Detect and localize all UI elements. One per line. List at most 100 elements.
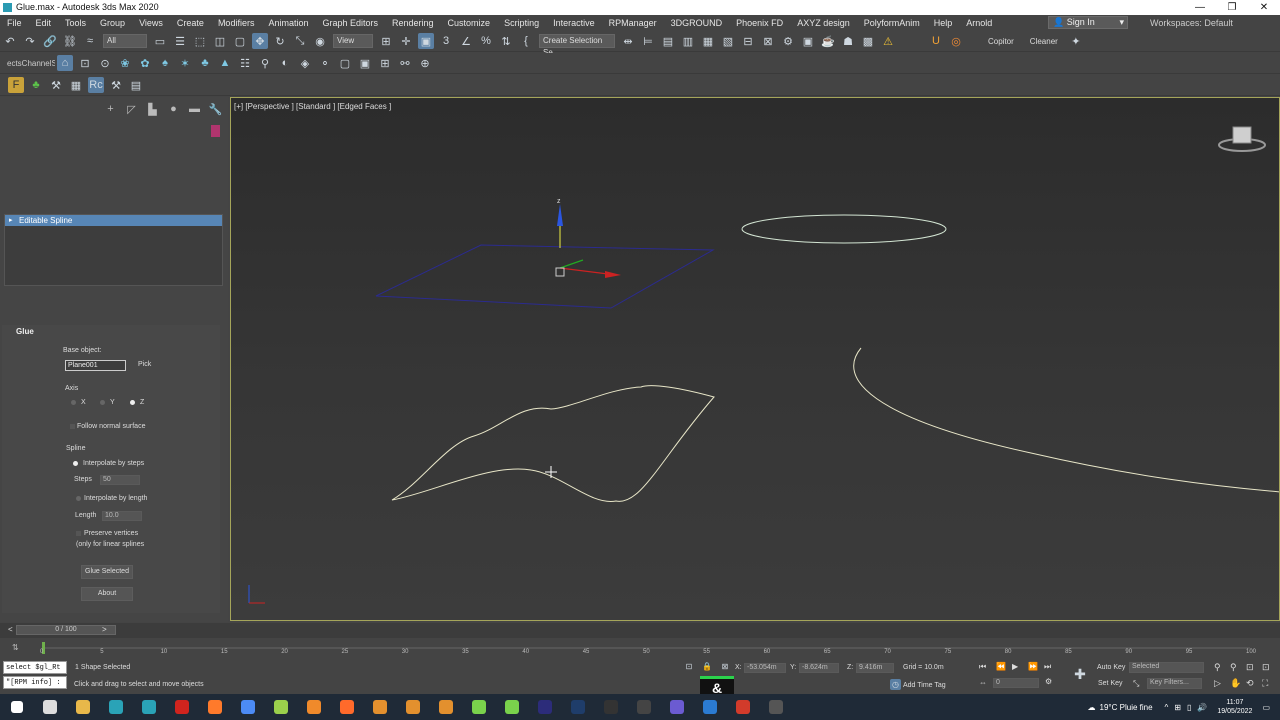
modifier-stack-item[interactable]: Editable Spline [5,215,222,226]
time-slider[interactable]: < 0 / 100 > [0,623,1280,638]
base-object-field[interactable]: Plane001 [65,360,126,371]
isolate-icon[interactable]: ⊡ [684,661,694,671]
tool-icon-18[interactable]: ⚯ [397,55,413,71]
menu-create[interactable]: Create [170,18,211,28]
menu-rendering[interactable]: Rendering [385,18,441,28]
menu-rpmanager[interactable]: RPManager [602,18,664,28]
display-tab-icon[interactable]: ▬ [184,103,205,116]
clock[interactable]: 11:07 19/05/2022 [1217,698,1252,716]
cleaner-button[interactable]: Cleaner [1030,37,1058,46]
zoom-all-icon[interactable]: ⚲ [1230,662,1237,673]
maximize-button[interactable]: ❐ [1216,0,1248,15]
about-button[interactable]: About [81,587,133,601]
axis-y-radio[interactable] [100,400,105,405]
axis-z-radio[interactable] [130,400,135,405]
tool-icon-3[interactable]: ⊙ [97,55,113,71]
redo-icon[interactable]: ↷ [22,33,38,49]
3dsmax-active-app[interactable] [132,694,165,720]
toggle-ribbon-icon[interactable]: ▦ [700,33,716,49]
mirror-icon[interactable]: ⇹ [620,33,636,49]
notification-icon[interactable]: ▭ [1262,703,1270,712]
tool-icon-15[interactable]: ▢ [337,55,353,71]
tool-app-6[interactable] [660,694,693,720]
align-icon[interactable]: ⊨ [640,33,656,49]
select-manipulate-icon[interactable]: ✛ [398,33,414,49]
length-spinner[interactable]: 10.0 [102,511,142,521]
snaps-toggle-icon[interactable]: 3 [438,33,454,49]
tool-icon-17[interactable]: ⊞ [377,55,393,71]
spinner-snap-icon[interactable]: ⇅ [498,33,514,49]
tool-icon-8[interactable]: ♣ [197,55,213,71]
follow-normal-checkbox[interactable] [70,424,75,429]
create-tab-icon[interactable]: + [100,103,121,116]
select-rotate-icon[interactable]: ↻ [272,33,288,49]
track-bar[interactable]: ⇅ 0 5 10 15 20 25 30 35 40 45 50 55 60 65 70 75 80 85 90 95… [0,638,1280,658]
maximize-viewport-icon[interactable]: ⛶ [1262,678,1268,689]
x-coord-field[interactable]: -53.054m [744,663,786,673]
minimize-button[interactable]: — [1184,0,1216,15]
key-mode-icon[interactable]: ⇔ [979,678,987,687]
build-icon[interactable]: ⌂ [57,55,73,71]
preserve-vertices-checkbox[interactable] [76,531,81,536]
epic-app[interactable] [594,694,627,720]
tool-app-7[interactable] [693,694,726,720]
tool-icon-16[interactable]: ▣ [357,55,373,71]
menu-modifiers[interactable]: Modifiers [211,18,262,28]
3dsmax-app[interactable] [99,694,132,720]
render-setup-icon[interactable]: ⚙ [780,33,796,49]
glue-selected-button[interactable]: Glue Selected [81,565,133,579]
interpolate-length-radio[interactable] [76,496,81,501]
volume-icon[interactable]: 🔊 [1197,703,1207,712]
bind-space-warp-icon[interactable]: ≈ [82,33,98,49]
viewcube-icon[interactable] [1217,123,1267,153]
play-icon[interactable]: ▶ [1012,662,1018,671]
scatter-icon[interactable]: ⚒ [48,77,64,93]
tray-chevron-icon[interactable]: ^ [1165,703,1169,712]
rendered-frame-icon[interactable]: ▣ [800,33,816,49]
time-slider-prev-icon[interactable]: < [8,625,13,634]
lock-icon[interactable]: 🔒 [702,661,712,671]
maxscript-listener-line1[interactable]: select $gl_Rt [3,661,67,674]
maxscript-listener-line2[interactable]: "[RPM info] : [3,676,67,689]
pivot-center-icon[interactable]: ⊞ [378,33,394,49]
keyboard-shortcut-override-icon[interactable]: ▣ [418,33,434,49]
curve-editor-icon[interactable]: ▧ [720,33,736,49]
absolute-mode-icon[interactable]: ⊠ [720,661,730,671]
aftereffects-app[interactable] [528,694,561,720]
interpolate-steps-radio[interactable] [73,461,78,466]
tool-app-2[interactable] [396,694,429,720]
menu-group[interactable]: Group [93,18,132,28]
place-icon[interactable]: ◉ [312,33,328,49]
rectangular-selection-icon[interactable]: ⬚ [192,33,208,49]
tree-icon[interactable]: ♣ [28,77,44,93]
steps-spinner[interactable]: 50 [100,475,140,485]
go-to-start-icon[interactable]: ⏮ [979,662,986,672]
window-crossing-icon[interactable]: ◫ [212,33,228,49]
y-coord-field[interactable]: -8.624m [799,663,839,673]
unlink-icon[interactable]: ⛓ [62,33,78,49]
glue-rollout-title[interactable]: Glue [2,325,220,339]
auto-key-button[interactable]: Auto Key [1097,664,1125,671]
tool-icon-14[interactable]: ⚬ [317,55,333,71]
menu-edit[interactable]: Edit [29,18,59,28]
motion-tab-icon[interactable]: ● [163,103,184,116]
material-editor-icon[interactable]: ⊠ [760,33,776,49]
pick-button[interactable]: Pick [138,361,151,368]
obs-app[interactable] [627,694,660,720]
plugin-wand-icon[interactable]: ✦ [1068,33,1084,49]
close-button[interactable]: ✕ [1248,0,1280,15]
orbit-icon[interactable]: ⟲ [1246,678,1254,689]
render-icon[interactable]: ☕ [820,33,836,49]
firefox-app[interactable] [198,694,231,720]
undo-icon[interactable]: ↶ [2,33,18,49]
start-button[interactable] [0,694,33,720]
tool-icon-13[interactable]: ◈ [297,55,313,71]
menu-axyz-design[interactable]: AXYZ design [790,18,857,28]
tool-icon-10[interactable]: ☷ [237,55,253,71]
tool-app-8[interactable] [726,694,759,720]
zoom-extents-all-icon[interactable]: ⊡ [1262,662,1270,673]
sign-in-dropdown[interactable]: 👤 Sign In ▾ [1048,16,1128,29]
rc-tool-icon[interactable]: ⚒ [108,77,124,93]
selection-filter-dropdown[interactable]: All [103,34,147,48]
tool-icon-4[interactable]: ❀ [117,55,133,71]
